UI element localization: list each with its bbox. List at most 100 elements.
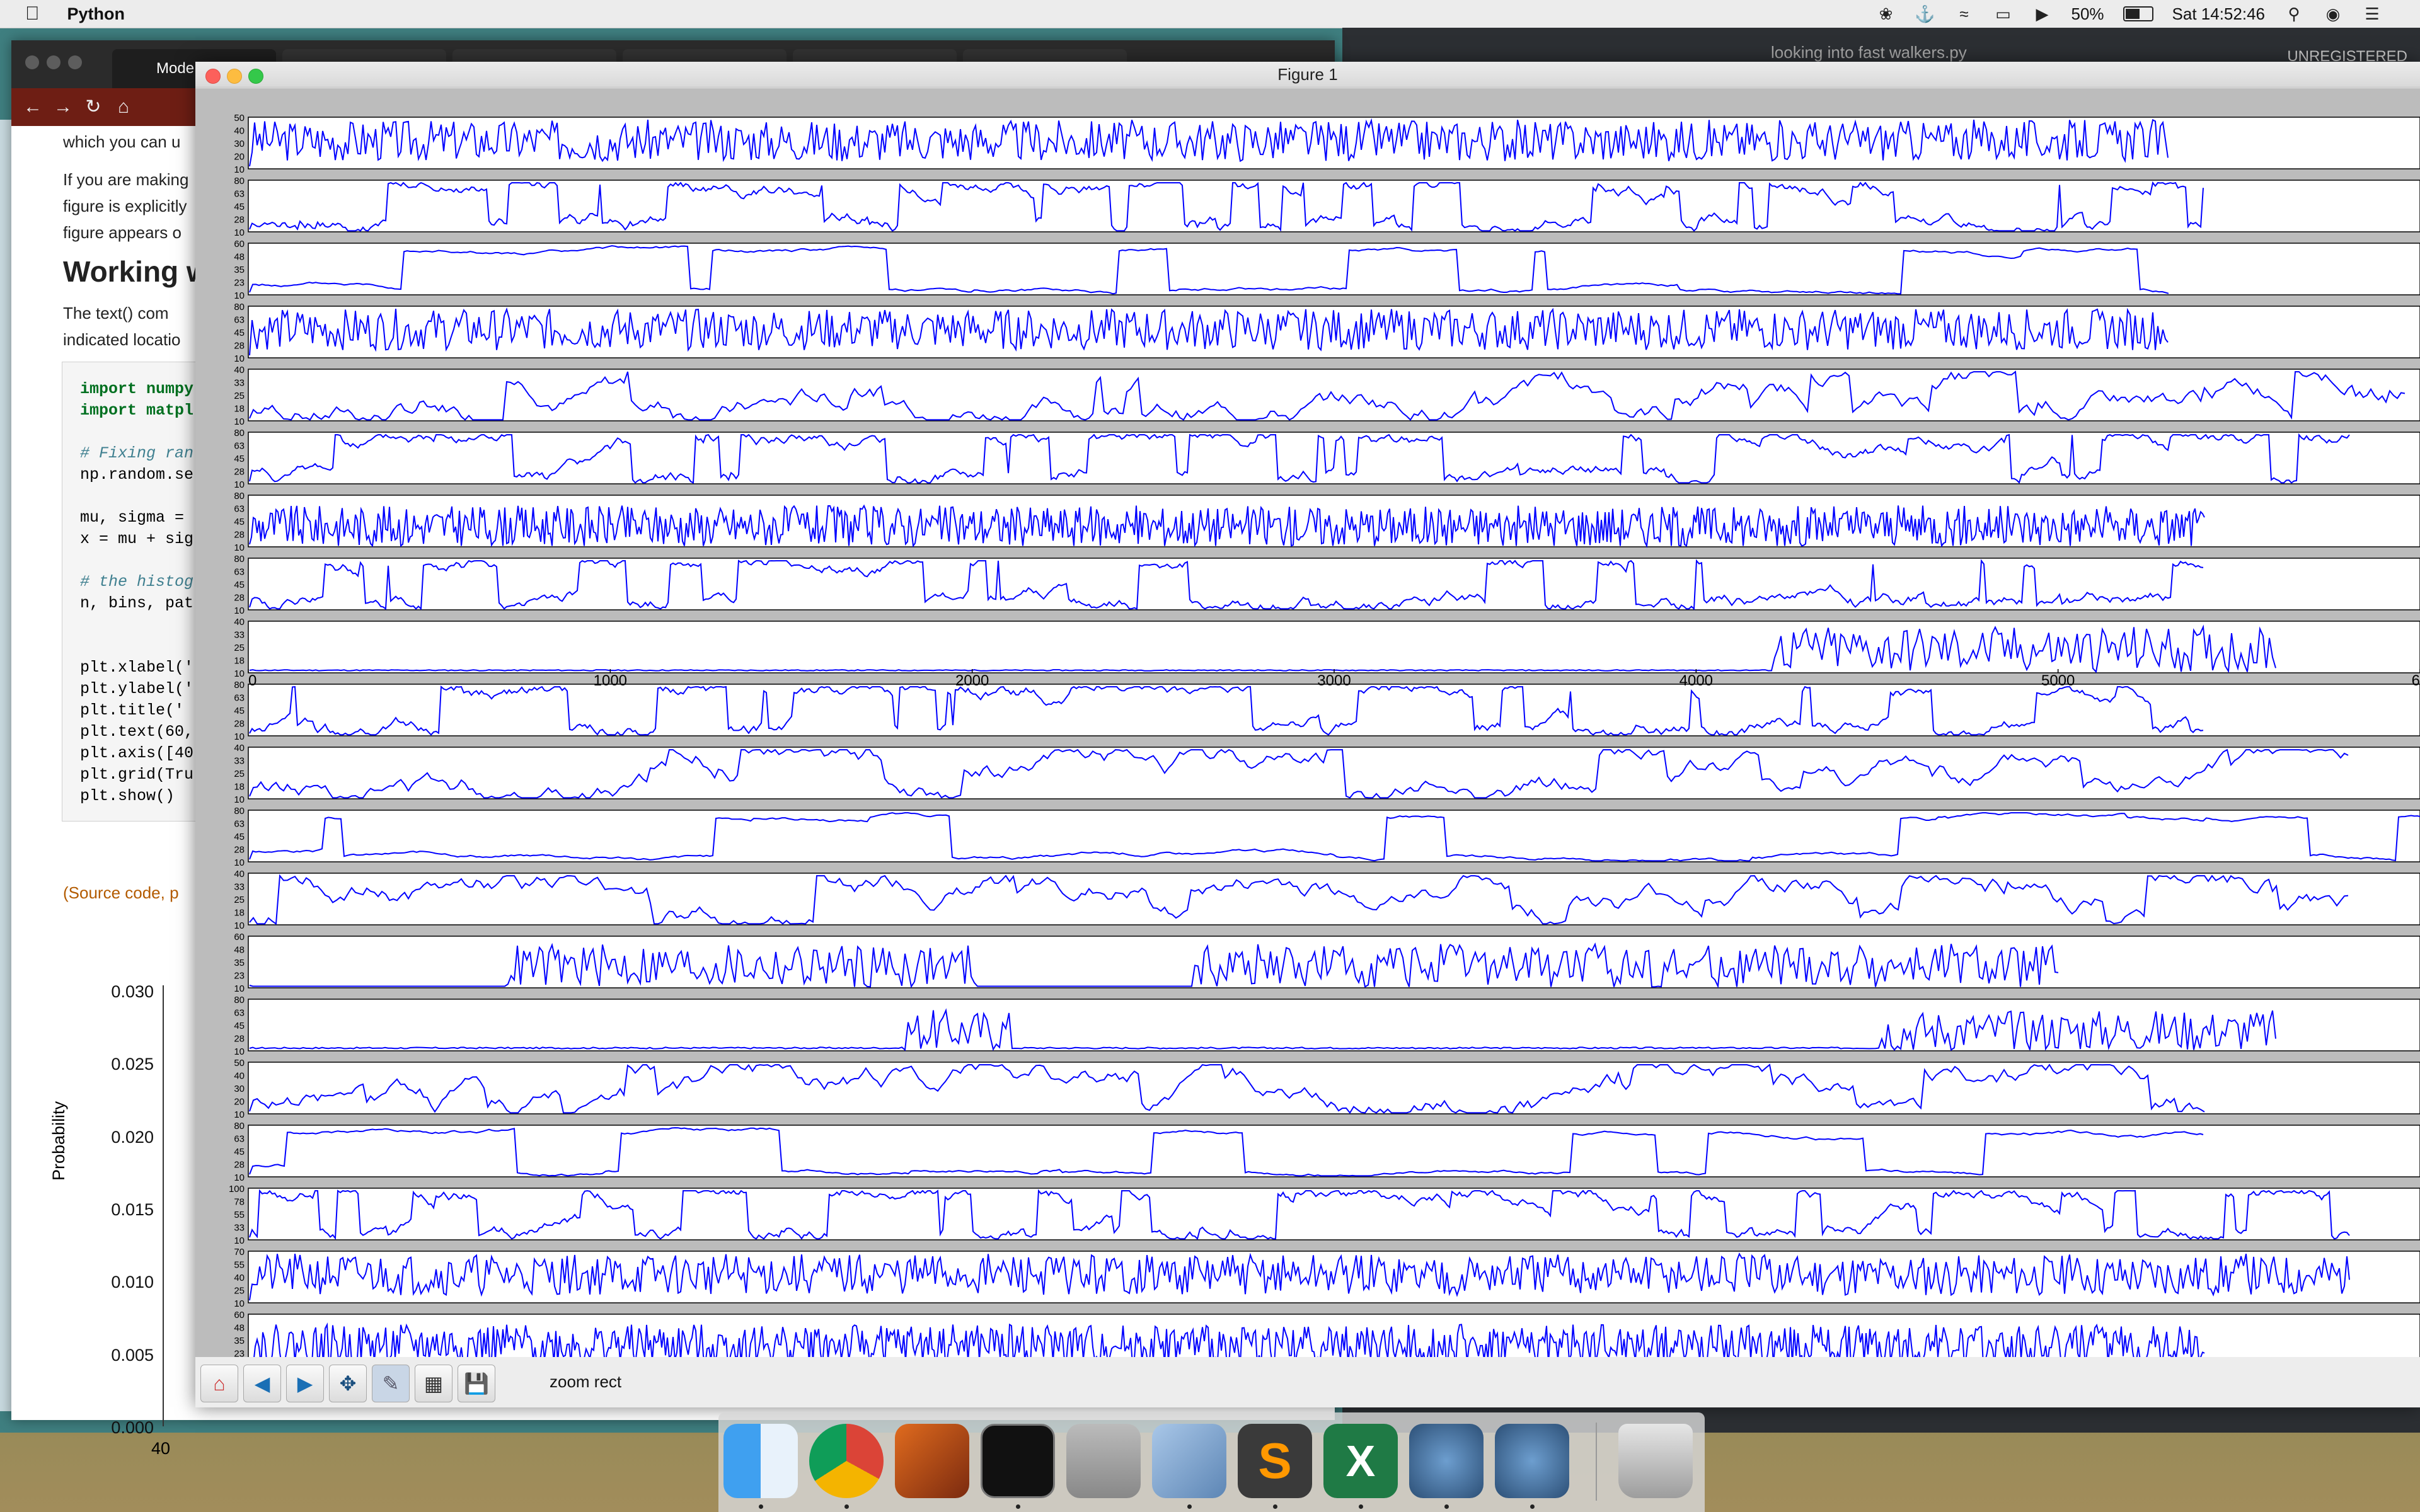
y-tick-label: 18 bbox=[234, 404, 245, 415]
y-tick-label: 40 bbox=[234, 1071, 245, 1082]
subplots-icon: ▦ bbox=[424, 1372, 444, 1395]
y-tick-label: 25 bbox=[234, 643, 245, 653]
battery-icon[interactable] bbox=[2123, 6, 2153, 21]
y-tick-label: 10 bbox=[234, 983, 245, 994]
histogram-figure: Probability 0.030 0.025 0.020 0.015 0.01… bbox=[11, 960, 219, 1464]
reload-icon[interactable]: ↻ bbox=[81, 88, 106, 126]
zoom-rect-button[interactable]: ✎ bbox=[372, 1365, 410, 1402]
zoom-icon[interactable] bbox=[68, 55, 82, 69]
minimize-button[interactable] bbox=[227, 69, 242, 84]
y-tick-label: 50 bbox=[234, 113, 245, 123]
y-tick: 0.020 bbox=[111, 1128, 154, 1147]
subplot-axes bbox=[248, 180, 2420, 232]
y-tick-label: 63 bbox=[234, 1134, 245, 1145]
y-tick-label: 25 bbox=[234, 895, 245, 905]
back-button[interactable]: ◀ bbox=[243, 1365, 281, 1402]
subplot-axes bbox=[248, 999, 2420, 1051]
y-tick-label: 10 bbox=[234, 290, 245, 301]
excel-icon[interactable]: X bbox=[1323, 1424, 1398, 1498]
subplot-axes bbox=[248, 117, 2420, 169]
y-tick-label: 28 bbox=[234, 215, 245, 226]
forward-icon[interactable]: → bbox=[50, 88, 76, 126]
figure-window: Figure 1 10 20 30 40 50 10 28 45 63 80 10 23 35 48 60 1… bbox=[195, 62, 2420, 1407]
figure-title-bar[interactable]: Figure 1 bbox=[195, 62, 2420, 88]
zoom-button[interactable] bbox=[248, 69, 263, 84]
y-tick-label: 80 bbox=[234, 491, 245, 501]
y-tick-label: 10 bbox=[234, 668, 245, 679]
app-name-menu[interactable]: Python bbox=[67, 4, 125, 24]
y-tick-label: 80 bbox=[234, 680, 245, 690]
notification-center-icon[interactable]: ☰ bbox=[2362, 4, 2382, 23]
y-tick-label: 80 bbox=[234, 806, 245, 816]
trash-icon[interactable] bbox=[1618, 1424, 1693, 1498]
running-indicator bbox=[1187, 1504, 1192, 1509]
subplot-axes bbox=[248, 747, 2420, 799]
x-tick-label: 60 bbox=[2412, 672, 2420, 689]
chrome-icon[interactable] bbox=[809, 1424, 884, 1498]
y-tick-label: 45 bbox=[234, 517, 245, 527]
wifi-icon[interactable]: ≈ bbox=[1954, 4, 1974, 23]
script-icon[interactable]: ❀ bbox=[1876, 4, 1896, 23]
editor-title: looking into fast walkers.py bbox=[1771, 43, 1967, 62]
y-tick-label: 10 bbox=[234, 1235, 245, 1246]
terminal-icon[interactable] bbox=[981, 1424, 1055, 1498]
forward-button[interactable]: ▶ bbox=[286, 1365, 324, 1402]
y-tick-label: 80 bbox=[234, 176, 245, 186]
python-rocket-icon[interactable] bbox=[1495, 1424, 1569, 1498]
y-tick-label: 28 bbox=[234, 530, 245, 541]
sidebar-strip bbox=[0, 120, 11, 1411]
y-tick-label: 33 bbox=[234, 882, 245, 893]
y-tick-label: 25 bbox=[234, 391, 245, 401]
menu-bar:  Python ❀ ⚓ ≈ ▭ ▶ 50% Sat 14:52:46 ⚲ ◉ … bbox=[0, 0, 2420, 28]
y-tick-label: 33 bbox=[234, 1223, 245, 1234]
home-button[interactable]: ⌂ bbox=[200, 1365, 238, 1402]
y-tick-label: 70 bbox=[234, 1247, 245, 1257]
y-tick-label: 40 bbox=[234, 1273, 245, 1283]
y-tick-label: 10 bbox=[234, 1298, 245, 1309]
y-tick-label: 28 bbox=[234, 1034, 245, 1045]
figure-title: Figure 1 bbox=[1277, 65, 1338, 84]
icloud-drive-icon[interactable] bbox=[1066, 1424, 1141, 1498]
configure-subplots-button[interactable]: ▦ bbox=[415, 1365, 452, 1402]
siri-icon[interactable]: ◉ bbox=[2323, 4, 2343, 23]
save-button[interactable]: 💾 bbox=[458, 1365, 495, 1402]
apple-icon[interactable]:  bbox=[25, 3, 40, 25]
box-icon[interactable] bbox=[1152, 1424, 1226, 1498]
x-tick-label: 4000 bbox=[1680, 672, 1713, 689]
battery-percent[interactable]: 50% bbox=[2071, 4, 2104, 24]
y-tick-label: 28 bbox=[234, 467, 245, 478]
subplot-axes bbox=[248, 1062, 2420, 1114]
matlab-icon[interactable] bbox=[895, 1424, 969, 1498]
y-tick-label: 10 bbox=[234, 227, 245, 238]
y-tick-label: 23 bbox=[234, 278, 245, 289]
y-tick-label: 45 bbox=[234, 580, 245, 590]
spotlight-icon[interactable]: ⚲ bbox=[2284, 4, 2304, 23]
y-tick-label: 63 bbox=[234, 315, 245, 326]
back-icon[interactable]: ← bbox=[20, 88, 45, 126]
y-tick-label: 100 bbox=[229, 1184, 245, 1194]
y-tick-label: 18 bbox=[234, 908, 245, 919]
minimize-icon[interactable] bbox=[47, 55, 60, 69]
volume-icon[interactable]: ▶ bbox=[2032, 4, 2052, 23]
y-tick-label: 33 bbox=[234, 378, 245, 389]
y-tick-label: 80 bbox=[234, 1121, 245, 1131]
y-tick-label: 80 bbox=[234, 995, 245, 1005]
close-icon[interactable] bbox=[25, 55, 39, 69]
y-tick-label: 35 bbox=[234, 1336, 245, 1346]
python-rocket-icon[interactable] bbox=[1409, 1424, 1484, 1498]
plot-canvas[interactable]: 10 20 30 40 50 10 28 45 63 80 10 23 35 48 60 10 28 45 63 80… bbox=[195, 88, 2420, 1357]
pan-button[interactable]: ✥ bbox=[329, 1365, 367, 1402]
y-tick-label: 33 bbox=[234, 630, 245, 641]
source-code-link[interactable]: (Source code, p bbox=[63, 883, 179, 903]
subplot-axes bbox=[248, 621, 2420, 673]
home-icon[interactable]: ⌂ bbox=[111, 88, 136, 126]
clock[interactable]: Sat 14:52:46 bbox=[2172, 4, 2265, 24]
y-tick-label: 55 bbox=[234, 1210, 245, 1220]
close-button[interactable] bbox=[205, 69, 221, 84]
docker-icon[interactable]: ⚓ bbox=[1915, 4, 1935, 23]
finder-icon[interactable] bbox=[723, 1424, 798, 1498]
airplay-icon[interactable]: ▭ bbox=[1993, 4, 2013, 23]
sublime-text-icon[interactable]: S bbox=[1238, 1424, 1312, 1498]
y-tick-label: 80 bbox=[234, 428, 245, 438]
toolbar-status: zoom rect bbox=[550, 1372, 622, 1391]
